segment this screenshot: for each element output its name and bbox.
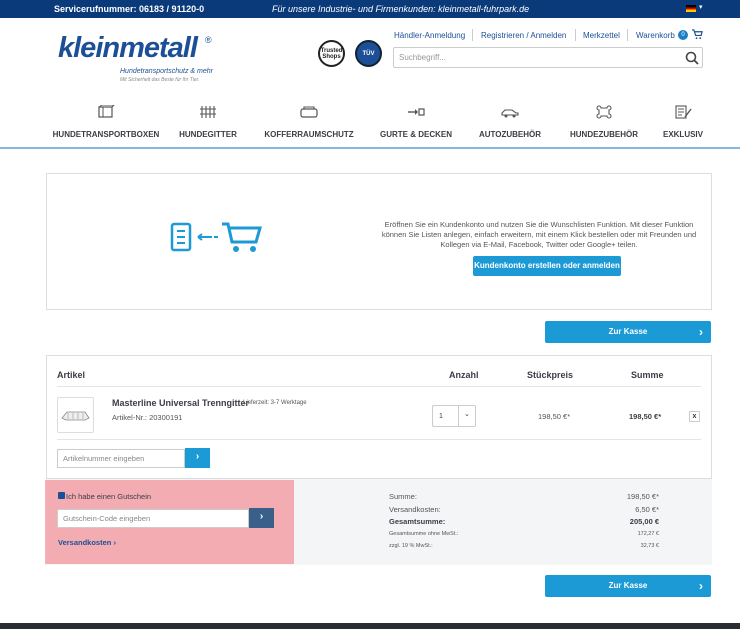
service-phone: Servicerufnummer: 06183 / 91120-0 <box>54 4 205 14</box>
header-sum: Summe <box>631 370 664 380</box>
summary-net-label: Gesamtsumme ohne MwSt.: <box>389 531 459 537</box>
chevron-down-icon: ⌄ <box>464 411 470 418</box>
cart-count-badge: 0 <box>678 30 688 40</box>
summary-total-value: 205,00 € <box>629 517 659 526</box>
logo-subtagline: Mit Sicherheit das Beste für Ihr Tier. <box>120 77 200 83</box>
divider <box>57 439 701 440</box>
summary-shipping-value: 6,50 €* <box>635 505 659 514</box>
grid-icon <box>200 106 216 118</box>
footer <box>0 623 740 629</box>
summary-sum-label: Summe: <box>389 492 417 501</box>
add-article-button[interactable]: › <box>185 448 210 468</box>
summary-vat-value: 32,73 € <box>640 543 659 549</box>
logo-brand: kleinmetall <box>58 32 198 64</box>
chevron-right-icon: › <box>699 325 703 339</box>
top-bar: Servicerufnummer: 06183 / 91120-0 Für un… <box>0 0 740 18</box>
product-name[interactable]: Masterline Universal Trenngitter <box>112 398 249 408</box>
summary-net-value: 172,27 € <box>637 531 659 537</box>
product-thumbnail[interactable] <box>57 397 94 433</box>
topbar-promo[interactable]: Für unsere Industrie- und Firmenkunden: … <box>272 4 529 14</box>
article-number: Artikel-Nr.: 20300191 <box>112 413 183 422</box>
nav-item-kofferraumschutz[interactable]: KOFFERRAUMSCHUTZ <box>254 105 364 142</box>
nav-item-exklusiv[interactable]: EXKLUSIV <box>628 105 738 142</box>
delivery-time: Lieferzeit: 3-7 Werktage <box>243 400 307 406</box>
redeem-voucher-button[interactable]: › <box>249 508 274 528</box>
checkout-button-top[interactable]: Zur Kasse › <box>545 321 711 343</box>
exclusive-icon <box>675 105 692 119</box>
cart-icon[interactable] <box>692 29 703 40</box>
tuev-seal[interactable]: TÜV <box>355 40 382 67</box>
divider <box>575 29 576 41</box>
chevron-right-icon: › <box>699 579 703 593</box>
quantity-select[interactable]: 1 ⌄ <box>432 405 476 427</box>
nav-divider <box>0 147 740 149</box>
line-total: 198,50 €* <box>629 412 662 421</box>
belt-icon <box>408 108 425 116</box>
search-icon[interactable] <box>685 51 699 65</box>
nav-item-hundetransportboxen[interactable]: HUNDETRANSPORTBOXEN <box>51 105 161 142</box>
voucher-code-input[interactable] <box>57 509 249 528</box>
summary-shipping-label: Versandkosten: <box>389 505 441 514</box>
summary-sum-value: 198,50 €* <box>626 492 659 501</box>
header-qty: Anzahl <box>449 370 479 380</box>
header-unit-price: Stückpreis <box>527 370 574 380</box>
create-account-button[interactable]: Kundenkonto erstellen oder anmelden <box>473 256 621 276</box>
car-icon <box>501 109 519 118</box>
chevron-down-icon[interactable]: ▾ <box>699 3 703 11</box>
quantity-value: 1 <box>439 413 443 420</box>
wishlist-link[interactable]: Merkzettel <box>583 31 620 40</box>
register-login-link[interactable]: Registrieren / Anmelden <box>481 31 566 40</box>
search-input[interactable] <box>393 47 703 68</box>
trunk-icon <box>300 106 318 118</box>
divider <box>458 406 459 426</box>
cart-link[interactable]: Warenkorb <box>636 31 675 40</box>
logo[interactable]: kleinmetall ® Hundetransportschutz & meh… <box>58 32 218 92</box>
logo-tagline: Hundetransportschutz & mehr <box>120 68 213 75</box>
voucher-checkbox[interactable] <box>58 492 65 499</box>
box-icon <box>98 105 115 118</box>
divider <box>57 386 701 387</box>
wishlist-promo-text: Eröffnen Sie ein Kundenkonto und nutzen … <box>381 220 697 249</box>
trusted-shops-seal[interactable]: Trusted Shops <box>318 40 345 67</box>
checkout-button-bottom[interactable]: Zur Kasse › <box>545 575 711 597</box>
article-number-input[interactable] <box>57 449 185 468</box>
trenngitter-image <box>61 411 90 421</box>
shipping-costs-link[interactable]: Versandkosten › <box>58 538 116 547</box>
remove-item-button[interactable]: x <box>689 411 700 422</box>
divider <box>627 29 628 41</box>
wishlist-to-cart-icon <box>170 222 262 252</box>
checkout-label: Zur Kasse <box>608 581 648 590</box>
voucher-checkbox-label[interactable]: Ich habe einen Gutschein <box>66 492 151 501</box>
unit-price: 198,50 €* <box>538 412 571 421</box>
nav-item-hundegitter[interactable]: HUNDEGITTER <box>153 105 263 142</box>
checkout-label: Zur Kasse <box>608 327 648 336</box>
logo-registered: ® <box>205 35 212 45</box>
summary-vat-label: zzgl. 19 % MwSt.: <box>389 543 433 549</box>
summary-total-label: Gesamtsumme: <box>389 517 446 526</box>
german-flag-icon[interactable] <box>686 5 696 12</box>
bone-icon <box>596 105 612 119</box>
divider <box>472 29 473 41</box>
header-article: Artikel <box>57 370 86 380</box>
dealer-login-link[interactable]: Händler-Anmeldung <box>394 31 465 40</box>
